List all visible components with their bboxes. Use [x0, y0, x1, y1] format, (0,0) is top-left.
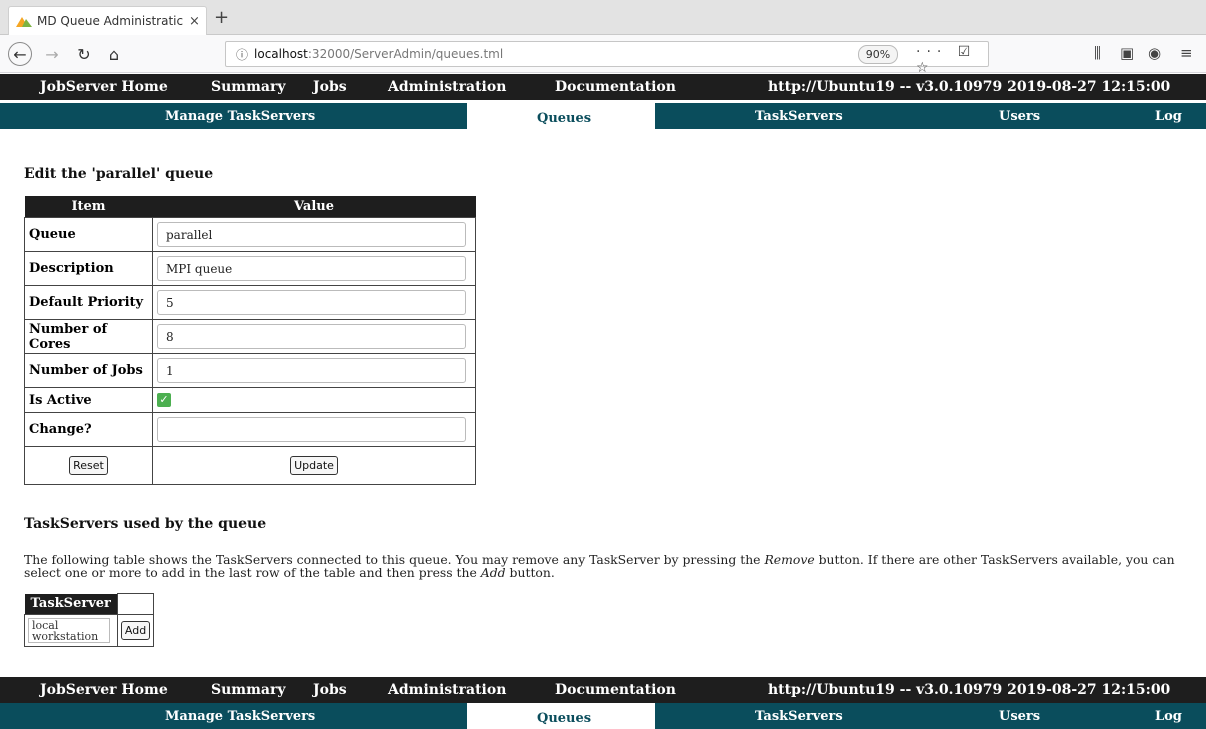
account-icon[interactable]: ◉	[1148, 44, 1161, 62]
default-priority-label: Default Priority	[24, 285, 153, 320]
description-input[interactable]: MPI queue	[157, 256, 466, 281]
url-path: :32000/ServerAdmin/queues.tml	[307, 47, 504, 61]
main-nav-top: JobServer Home Summary Jobs Administrati…	[0, 74, 1206, 100]
subnav-taskservers[interactable]: TaskServers	[755, 709, 843, 724]
info-icon[interactable]: ⓘ	[236, 46, 248, 63]
subnav-log[interactable]: Log	[1155, 109, 1182, 124]
taskserver-select[interactable]: local workstation	[28, 618, 110, 643]
edit-queue-heading: Edit the 'parallel' queue	[24, 166, 214, 182]
tab-title: MD Queue Administratic	[37, 14, 183, 28]
taskservers-table: TaskServer local workstation Add	[24, 593, 155, 647]
subnav-manage-taskservers[interactable]: Manage TaskServers	[165, 109, 315, 124]
tab-close-icon[interactable]: ×	[189, 14, 200, 29]
server-info: http://Ubuntu19 -- v3.0.10979 2019-08-27…	[768, 682, 1171, 698]
table-row: Is Active ✓	[24, 387, 476, 413]
sidebar-icon[interactable]: ▣	[1120, 44, 1134, 62]
col-taskserver-header: TaskServer	[24, 593, 118, 615]
subnav-taskservers[interactable]: TaskServers	[755, 109, 843, 124]
nav-documentation[interactable]: Documentation	[555, 682, 676, 698]
reload-icon[interactable]: ↻	[72, 42, 96, 66]
url-host: localhost	[254, 47, 308, 61]
site-logo-icon	[16, 17, 32, 27]
taskservers-description: The following table shows the TaskServer…	[24, 553, 1194, 579]
menu-icon[interactable]: ≡	[1180, 44, 1193, 62]
is-active-checkbox[interactable]: ✓	[157, 393, 171, 407]
zoom-badge[interactable]: 90%	[858, 45, 898, 64]
taskservers-heading: TaskServers used by the queue	[24, 516, 267, 532]
subnav-queues-active[interactable]: Queues	[467, 703, 655, 729]
forward-button[interactable]: →	[40, 42, 64, 66]
nav-documentation[interactable]: Documentation	[555, 79, 676, 95]
nav-jobs[interactable]: Jobs	[313, 79, 347, 95]
table-row: Queue parallel	[24, 217, 476, 252]
nav-jobs[interactable]: Jobs	[313, 682, 347, 698]
sub-nav-bottom: Manage TaskServers Queues TaskServers Us…	[0, 703, 1206, 729]
change-label: Change?	[24, 412, 153, 447]
table-row: Reset Update	[24, 446, 476, 485]
nav-jobserver-home[interactable]: JobServer Home	[40, 79, 168, 95]
url-bar[interactable]: ⓘ localhost:32000/ServerAdmin/queues.tml…	[225, 41, 989, 76]
update-button[interactable]: Update	[290, 456, 338, 475]
table-row: local workstation Add	[24, 614, 155, 647]
subnav-queues-active[interactable]: Queues	[467, 103, 655, 129]
sub-nav-top: Manage TaskServers Queues TaskServers Us…	[0, 103, 1206, 129]
reset-button[interactable]: Reset	[69, 456, 108, 475]
library-icon[interactable]: ⫼	[1094, 44, 1101, 62]
server-info: http://Ubuntu19 -- v3.0.10979 2019-08-27…	[768, 79, 1171, 95]
table-row: Default Priority 5	[24, 285, 476, 320]
col-value-header: Value	[152, 196, 476, 218]
description-label: Description	[24, 251, 153, 286]
new-tab-button[interactable]: +	[214, 7, 229, 28]
add-word: Add	[480, 565, 506, 580]
page-actions-icons[interactable]: ··· ☑ ☆	[916, 44, 988, 76]
nav-administration[interactable]: Administration	[388, 79, 506, 95]
table-row: Description MPI queue	[24, 251, 476, 286]
browser-tab-bar: MD Queue Administratic × +	[0, 0, 1206, 35]
col-item-header: Item	[24, 196, 153, 218]
nav-summary[interactable]: Summary	[211, 79, 286, 95]
subnav-queues-label: Queues	[537, 711, 592, 726]
browser-nav-bar: ← → ↻ ⌂ ⓘ localhost:32000/ServerAdmin/qu…	[0, 35, 1206, 76]
table-row: Number of Cores 8	[24, 319, 476, 354]
add-button[interactable]: Add	[120, 621, 151, 640]
queue-label: Queue	[24, 217, 153, 252]
number-of-cores-label: Number of Cores	[24, 319, 153, 354]
queue-input[interactable]: parallel	[157, 222, 466, 247]
nav-summary[interactable]: Summary	[211, 682, 286, 698]
default-priority-input[interactable]: 5	[157, 290, 466, 315]
nav-jobserver-home[interactable]: JobServer Home	[40, 682, 168, 698]
change-input[interactable]	[157, 417, 466, 442]
subnav-log[interactable]: Log	[1155, 709, 1182, 724]
subnav-manage-taskservers[interactable]: Manage TaskServers	[165, 709, 315, 724]
subnav-users[interactable]: Users	[999, 709, 1040, 724]
nav-administration[interactable]: Administration	[388, 682, 506, 698]
is-active-label: Is Active	[24, 387, 153, 413]
home-icon[interactable]: ⌂	[102, 42, 126, 66]
subnav-queues-label: Queues	[537, 111, 592, 126]
table-row: Number of Jobs 1	[24, 353, 476, 388]
para-part-3: button.	[505, 565, 555, 580]
number-of-cores-input[interactable]: 8	[157, 324, 466, 349]
table-row: Change?	[24, 412, 476, 447]
number-of-jobs-input[interactable]: 1	[157, 358, 466, 383]
number-of-jobs-label: Number of Jobs	[24, 353, 153, 388]
remove-word: Remove	[764, 552, 815, 567]
subnav-users[interactable]: Users	[999, 109, 1040, 124]
edit-queue-table: Item Value Queue parallel Description MP…	[24, 196, 476, 485]
back-button[interactable]: ←	[8, 42, 32, 66]
browser-tab[interactable]: MD Queue Administratic ×	[8, 6, 207, 35]
main-nav-bottom: JobServer Home Summary Jobs Administrati…	[0, 677, 1206, 703]
